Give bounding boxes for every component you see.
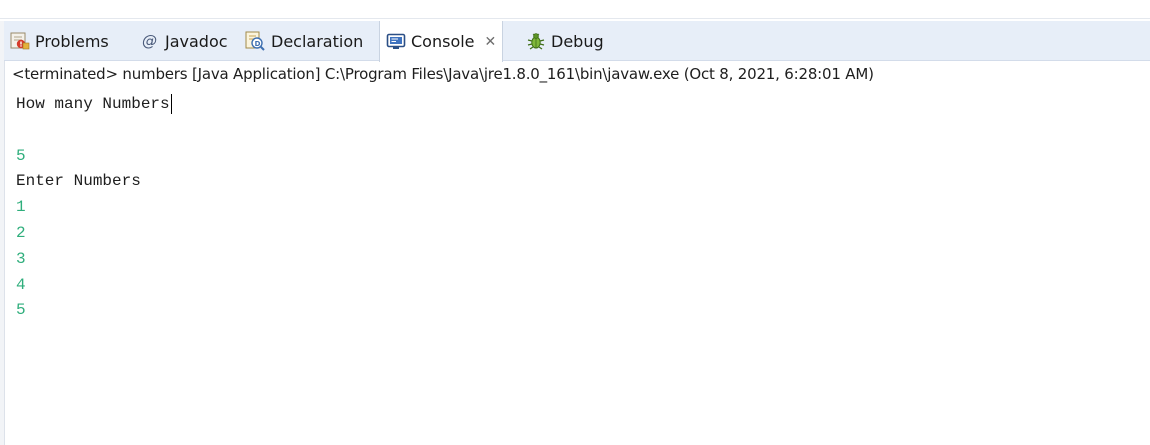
tab-javadoc[interactable]: @ Javadoc [140,21,228,61]
tab-console-label: Console [411,32,475,51]
svg-text:D: D [255,40,261,48]
console-line: 5 [16,298,1136,324]
console-line: 5 [16,144,1136,170]
console-line-text: How many Numbers [16,95,170,113]
tab-declaration-label: Declaration [271,31,364,51]
view-tab-bar: Problems @ Javadoc D Declaration Console… [4,21,1150,62]
console-line: 1 [16,195,1136,221]
console-line-text: 2 [16,223,26,242]
at-sign-icon: @ [140,31,160,51]
console-view: Problems @ Javadoc D Declaration Console… [0,0,1150,445]
console-line-text: 1 [16,198,26,217]
svg-text:@: @ [142,32,157,50]
console-icon [386,32,406,52]
console-line: How many Numbers [16,92,1136,118]
console-line: 3 [16,247,1136,273]
console-line-text: 5 [16,301,26,320]
bug-icon [526,31,546,51]
console-line: 2 [16,221,1136,247]
console-line-text: Enter Numbers [16,172,141,191]
close-icon[interactable]: ✕ [485,34,497,50]
tab-problems[interactable]: Problems [10,21,109,61]
console-line: Enter Numbers [16,169,1136,195]
text-caret [170,93,172,114]
tab-javadoc-label: Javadoc [165,31,228,51]
tab-debug[interactable]: Debug [526,21,604,61]
tab-console[interactable]: Console ✕ [379,21,504,62]
problems-icon [10,31,30,51]
console-line-text: 4 [16,275,26,294]
console-output[interactable]: How many Numbers 5 Enter Numbers 1 2 3 4… [16,92,1136,432]
tab-debug-label: Debug [551,31,604,51]
tab-problems-label: Problems [35,31,109,51]
declaration-icon: D [244,30,266,52]
process-status-line: <terminated> numbers [Java Application] … [12,65,874,83]
console-line: 4 [16,273,1136,299]
left-edge [0,21,5,445]
console-line-text: 3 [16,249,26,268]
tab-declaration[interactable]: D Declaration [244,21,363,61]
top-strip [0,0,1150,19]
console-line-text: 5 [16,146,26,165]
